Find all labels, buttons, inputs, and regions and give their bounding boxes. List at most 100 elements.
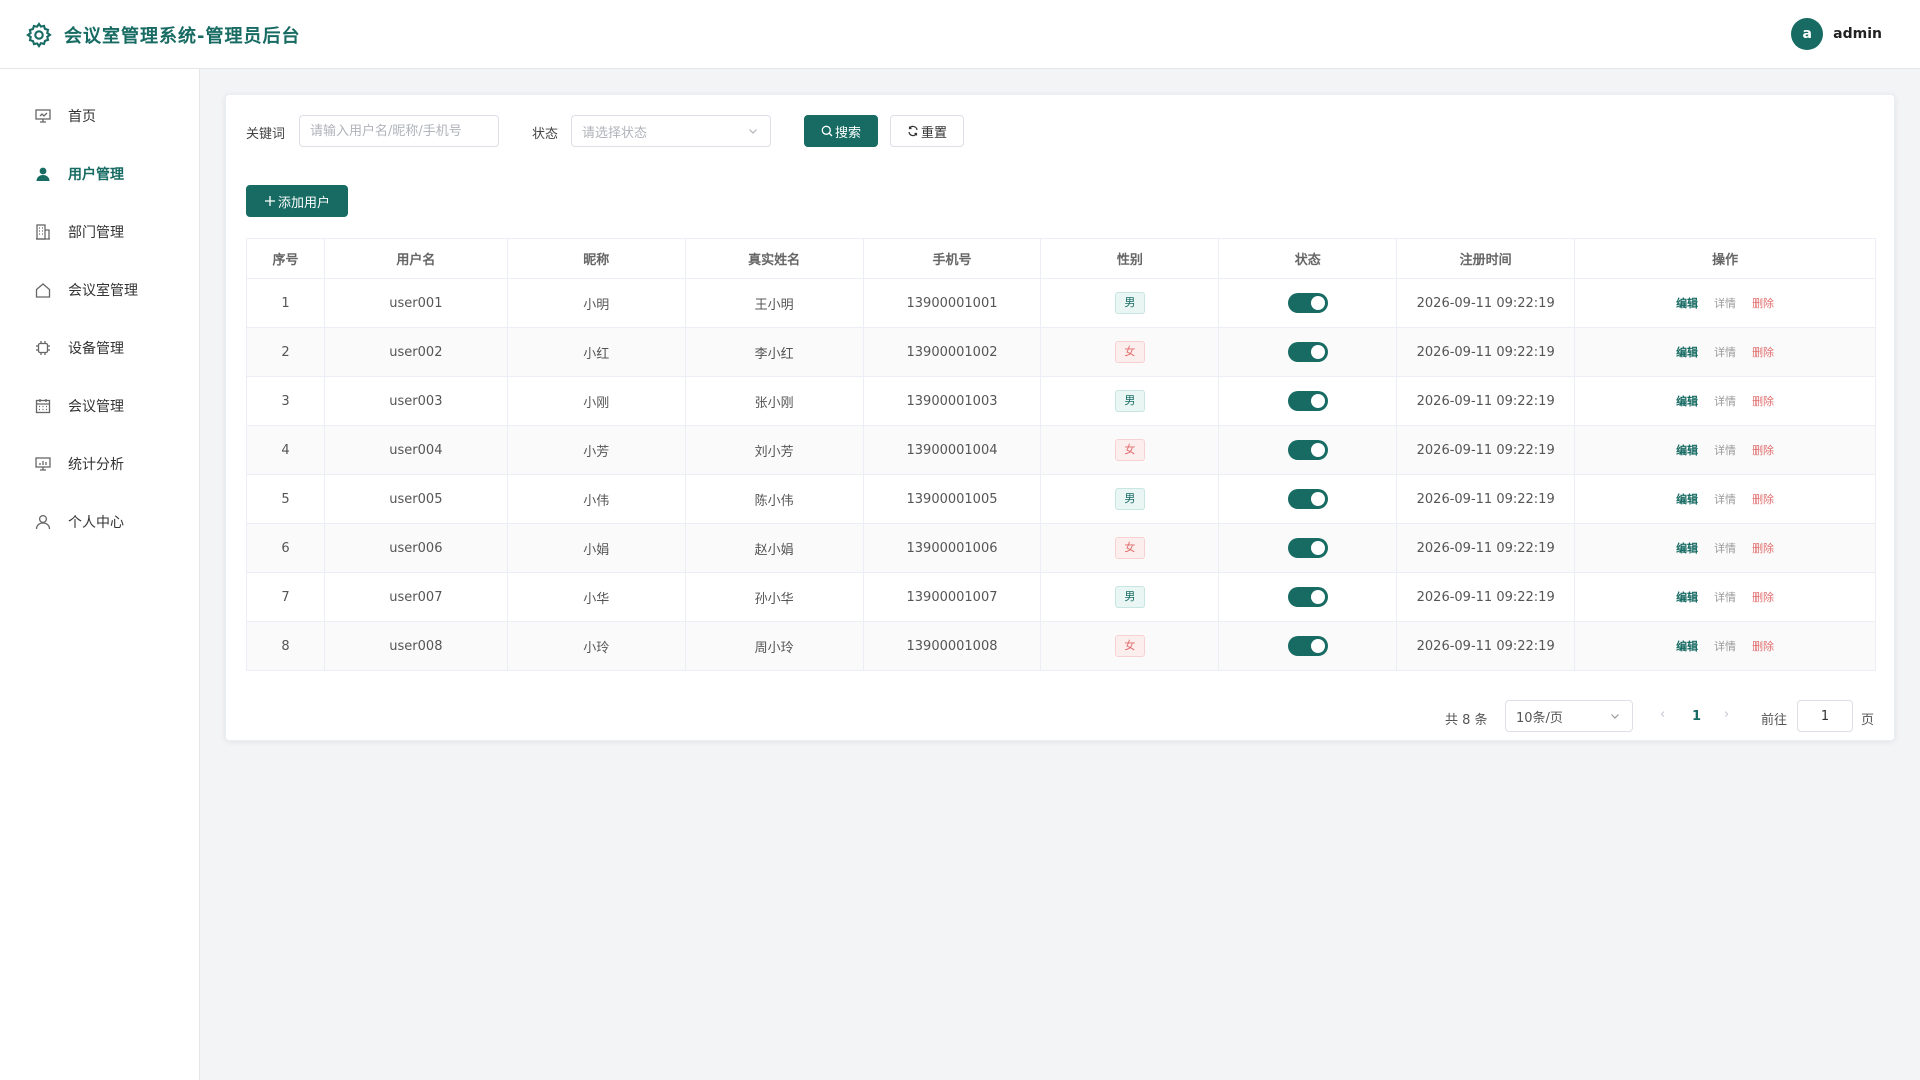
cell-realname: 张小刚: [684, 376, 864, 426]
keyword-input[interactable]: [299, 115, 499, 147]
cell-index: 8: [246, 621, 325, 671]
status-toggle[interactable]: [1287, 489, 1328, 509]
sidebar-item-departments[interactable]: 部门管理: [0, 212, 199, 252]
goto-page-input[interactable]: [1797, 700, 1853, 732]
search-button-label: 搜索: [834, 125, 861, 141]
edit-button[interactable]: 编辑: [1676, 493, 1698, 506]
sidebar-item-devices[interactable]: 设备管理: [0, 328, 199, 368]
cell-phone: 13900001008: [862, 621, 1042, 671]
sidebar-item-label: 统计分析: [68, 457, 124, 473]
table-row: 1 user001 小明 王小明 13900001001 男 2026-09-11 09:2…: [246, 278, 1876, 328]
cell-actions: 编辑 详情 删除: [1574, 376, 1876, 426]
edit-button[interactable]: 编辑: [1676, 542, 1698, 555]
edit-button[interactable]: 编辑: [1676, 591, 1698, 604]
cell-gender: 女: [1040, 621, 1220, 671]
cell-phone: 13900001006: [862, 523, 1042, 573]
building-icon: [36, 224, 50, 240]
cell-actions: 编辑 详情 删除: [1574, 474, 1876, 524]
add-user-label: 添加用户: [277, 195, 330, 211]
delete-button[interactable]: 删除: [1752, 640, 1774, 653]
next-page-button[interactable]: ›: [1724, 707, 1729, 722]
cell-status: [1218, 523, 1398, 573]
presentation-icon: [35, 109, 51, 123]
edit-button[interactable]: 编辑: [1676, 346, 1698, 359]
refresh-icon: [908, 125, 918, 137]
detail-button[interactable]: 详情: [1714, 346, 1736, 359]
sidebar-item-statistics[interactable]: 统计分析: [0, 444, 199, 484]
delete-button[interactable]: 删除: [1752, 493, 1774, 506]
status-toggle[interactable]: [1287, 636, 1328, 656]
page-size-select[interactable]: 10条/页: [1505, 700, 1633, 732]
sidebar-item-home[interactable]: 首页: [0, 96, 199, 136]
cell-index: 4: [246, 425, 325, 475]
cell-registered: 2026-09-11 09:22:19: [1396, 474, 1576, 524]
delete-button[interactable]: 删除: [1752, 395, 1774, 408]
cell-actions: 编辑 详情 删除: [1574, 278, 1876, 328]
status-toggle[interactable]: [1287, 391, 1328, 411]
status-toggle[interactable]: [1287, 538, 1328, 558]
detail-button[interactable]: 详情: [1714, 395, 1736, 408]
edit-button[interactable]: 编辑: [1676, 444, 1698, 457]
sidebar-item-users[interactable]: 用户管理: [0, 154, 199, 194]
cell-registered: 2026-09-11 09:22:19: [1396, 278, 1576, 328]
detail-button[interactable]: 详情: [1714, 493, 1736, 506]
detail-button[interactable]: 详情: [1714, 297, 1736, 310]
sidebar-item-rooms[interactable]: 会议室管理: [0, 270, 199, 310]
delete-button[interactable]: 删除: [1752, 346, 1774, 359]
add-user-button[interactable]: 添加用户: [246, 185, 348, 217]
status-toggle[interactable]: [1287, 440, 1328, 460]
status-select[interactable]: 请选择状态: [571, 115, 771, 147]
sidebar-item-profile[interactable]: 个人中心: [0, 502, 199, 542]
status-toggle[interactable]: [1287, 587, 1328, 607]
column-header: 昵称: [506, 238, 686, 279]
delete-button[interactable]: 删除: [1752, 591, 1774, 604]
cell-registered: 2026-09-11 09:22:19: [1396, 327, 1576, 377]
edit-button[interactable]: 编辑: [1676, 395, 1698, 408]
detail-button[interactable]: 详情: [1714, 591, 1736, 604]
cell-username: user005: [323, 474, 508, 524]
detail-button[interactable]: 详情: [1714, 542, 1736, 555]
gender-tag: 男: [1114, 292, 1145, 314]
top-header: 会议室管理系统-管理员后台 a admin: [0, 0, 1920, 69]
cell-username: user003: [323, 376, 508, 426]
search-button[interactable]: 搜索: [804, 115, 878, 147]
sidebar-item-label: 首页: [68, 109, 96, 125]
status-label: 状态: [532, 127, 559, 142]
cell-gender: 女: [1040, 425, 1220, 475]
status-toggle[interactable]: [1287, 342, 1328, 362]
chevron-down-icon: [1611, 714, 1619, 719]
gender-tag: 女: [1114, 635, 1145, 657]
status-toggle[interactable]: [1287, 293, 1328, 313]
detail-button[interactable]: 详情: [1714, 444, 1736, 457]
app-title: 会议室管理系统-管理员后台: [64, 26, 301, 47]
page-size-value: 10条/页: [1516, 710, 1563, 726]
user-menu[interactable]: a admin: [1791, 18, 1882, 50]
gender-tag: 女: [1114, 341, 1145, 363]
cell-phone: 13900001005: [862, 474, 1042, 524]
cell-registered: 2026-09-11 09:22:19: [1396, 621, 1576, 671]
sidebar-item-label: 部门管理: [68, 225, 124, 241]
gender-tag: 男: [1114, 488, 1145, 510]
sidebar-item-label: 用户管理: [68, 167, 124, 183]
page-number-current[interactable]: 1: [1692, 709, 1701, 724]
sidebar-item-label: 会议室管理: [68, 283, 138, 299]
cell-username: user008: [323, 621, 508, 671]
cell-actions: 编辑 详情 删除: [1574, 572, 1876, 622]
cell-nickname: 小刚: [506, 376, 686, 426]
edit-button[interactable]: 编辑: [1676, 297, 1698, 310]
sidebar-item-meetings[interactable]: 会议管理: [0, 386, 199, 426]
sidebar: 首页 用户管理 部门管理 会议室管理 设备管理 会议管理 统计分析 个人中心: [0, 69, 200, 1080]
prev-page-button[interactable]: ‹: [1660, 707, 1665, 722]
delete-button[interactable]: 删除: [1752, 444, 1774, 457]
delete-button[interactable]: 删除: [1752, 297, 1774, 310]
reset-button[interactable]: 重置: [890, 115, 964, 147]
avatar[interactable]: a: [1791, 18, 1824, 50]
delete-button[interactable]: 删除: [1752, 542, 1774, 555]
cell-nickname: 小红: [506, 327, 686, 377]
username[interactable]: admin: [1833, 26, 1882, 42]
detail-button[interactable]: 详情: [1714, 640, 1736, 653]
cell-nickname: 小芳: [506, 425, 686, 475]
sidebar-item-label: 会议管理: [68, 399, 124, 415]
user-management-card: 关键词 状态 请选择状态 搜索 重置 添加用户 序号 用户名 昵称 真实姓名 手…: [225, 94, 1895, 741]
edit-button[interactable]: 编辑: [1676, 640, 1698, 653]
